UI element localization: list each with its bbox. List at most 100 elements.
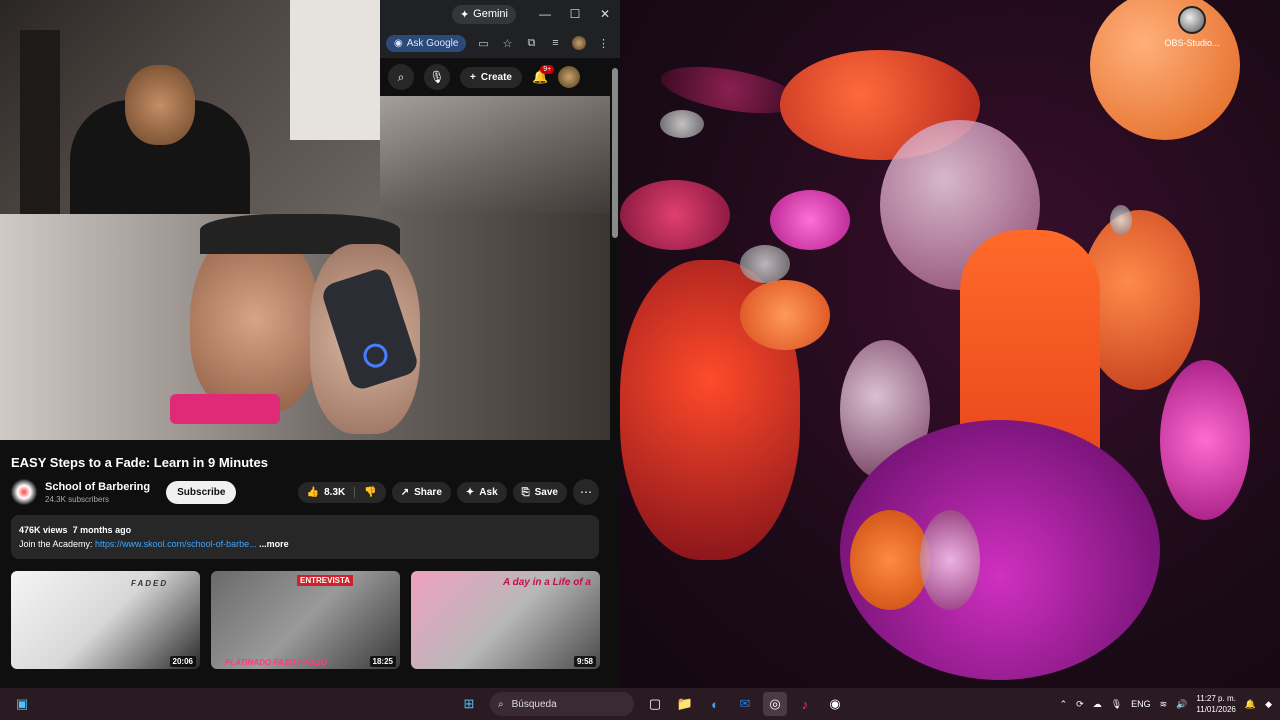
microphone-icon[interactable]: 🎙 (1111, 699, 1122, 710)
save-button[interactable]: ⎘ Save (512, 481, 567, 503)
search-placeholder: Búsqueda (511, 698, 557, 710)
tiktok-icon[interactable]: ♪ (793, 692, 817, 716)
close-button[interactable]: ✕ (590, 7, 620, 21)
like-button[interactable]: 👍 8.3K (297, 481, 355, 503)
related-caption: PLATINADO PASO A PASO (225, 658, 328, 667)
create-label: Create (480, 71, 512, 83)
search-icon[interactable]: ⌕ (388, 64, 414, 90)
related-video-3[interactable]: A day in a Life of a 9:58 (411, 571, 600, 669)
ask-label: Ask (479, 486, 498, 498)
related-caption: FADED (131, 579, 169, 588)
channel-avatar[interactable] (11, 479, 37, 505)
related-video-2[interactable]: ENTREVISTA PLATINADO PASO A PASO 18:25 (211, 571, 400, 669)
account-avatar[interactable] (558, 66, 581, 88)
thumbs-up-icon: 👍 (306, 486, 320, 498)
microphone-icon[interactable]: 🎙 (424, 64, 450, 90)
view-count: 476K views (19, 525, 68, 535)
more-actions-icon[interactable]: ⋯ (573, 479, 599, 505)
notification-bell-icon[interactable]: 🔔 (1245, 699, 1256, 710)
video-info: EASY Steps to a Fade: Learn in 9 Minutes… (0, 440, 610, 690)
webcam-overlay (0, 0, 380, 214)
tab-search-icon[interactable]: ⧉ (524, 37, 538, 50)
bookmark-star-icon[interactable]: ☆ (500, 37, 514, 50)
subscribe-button[interactable]: Subscribe (166, 480, 237, 504)
video-title: EASY Steps to a Fade: Learn in 9 Minutes (11, 455, 268, 470)
channel-row: School of Barbering 24.3K subscribers Su… (11, 479, 599, 505)
subscriber-count: 24.3K subscribers (45, 494, 110, 504)
video-meta: 476K views 7 months ago (19, 523, 591, 537)
menu-dots-icon[interactable]: ⋮ (596, 37, 610, 50)
show-more-link[interactable]: ...more (259, 539, 289, 549)
gemini-button[interactable]: ✦ Gemini (451, 4, 516, 24)
notifications-bell-icon[interactable]: 🔔 9+ (532, 65, 555, 85)
widgets-icon[interactable]: ▣ (10, 692, 34, 716)
related-video-1[interactable]: FADED 20:06 (11, 571, 200, 669)
language-indicator[interactable]: ENG (1131, 699, 1151, 709)
gemini-label: Gemini (473, 8, 508, 20)
ask-button[interactable]: ✦ Ask (456, 481, 507, 503)
standing-person (290, 0, 380, 140)
obs-taskbar-icon[interactable]: ◉ (823, 692, 847, 716)
system-tray: ⌃ ⟳ ☁ 🎙 ENG ≋ 🔊 11:27 p. m. 11/01/2026 🔔… (1060, 693, 1280, 715)
clock[interactable]: 11:27 p. m. 11/01/2026 (1196, 693, 1235, 715)
file-explorer-icon[interactable]: 📁 (673, 692, 697, 716)
lens-icon: ◉ (394, 37, 403, 49)
description-box[interactable]: 476K views 7 months ago Join the Academy… (11, 515, 599, 559)
video-duration: 18:25 (369, 656, 396, 667)
video-duration: 9:58 (573, 656, 596, 667)
like-dislike-group: 👍 8.3K 👎 (297, 481, 386, 503)
wifi-icon[interactable]: ≋ (1160, 699, 1168, 710)
create-button[interactable]: + Create (460, 66, 522, 88)
video-player-top[interactable] (380, 96, 610, 214)
chevron-up-icon[interactable]: ⌃ (1060, 699, 1068, 710)
share-icon: ↗ (400, 486, 410, 498)
share-label: Share (414, 486, 442, 498)
page-scrollbar[interactable] (610, 60, 620, 670)
channel-name[interactable]: School of Barbering (45, 481, 150, 493)
desktop-wallpaper (620, 0, 1280, 688)
person-head (125, 65, 195, 145)
browser-toolbar: ◉ Ask Google ▭ ☆ ⧉ ≡ ⋮ (380, 28, 620, 58)
desktop-icon-obs[interactable]: OBS-Studio... (1160, 6, 1224, 48)
cast-icon[interactable]: ▭ (476, 37, 490, 50)
youtube-header: ⌕ 🎙 + Create 🔔 9+ (380, 60, 620, 94)
taskbar-search[interactable]: ⌕ Búsqueda (490, 692, 634, 716)
maximize-button[interactable]: ☐ (560, 7, 590, 21)
cloud-icon[interactable]: ☁ (1093, 699, 1102, 710)
minimize-button[interactable]: — (530, 7, 560, 21)
clipper-light (360, 340, 391, 371)
outlook-icon[interactable]: ✉ (733, 692, 757, 716)
sparkle-icon: ✦ (459, 8, 470, 21)
like-count: 8.3K (324, 486, 346, 498)
dislike-button[interactable]: 👎 (355, 481, 386, 503)
clock-date: 11/01/2026 (1196, 705, 1236, 714)
obs-icon (1178, 6, 1206, 34)
copilot-icon[interactable]: ◆ (1265, 699, 1272, 710)
browser-titlebar: ✦ Gemini — ☐ ✕ (380, 0, 620, 28)
profile-avatar[interactable] (572, 36, 587, 50)
bookmark-icon: ⎘ (521, 486, 530, 498)
chrome-icon[interactable]: ◎ (763, 692, 787, 716)
media-icon[interactable]: ≡ (548, 37, 562, 49)
related-caption: A day in a Life of a (503, 577, 591, 588)
video-player[interactable] (0, 214, 610, 440)
search-icon: ⌕ (498, 698, 504, 710)
sparkle-icon: ✦ (465, 486, 475, 498)
desktop-icon-label: OBS-Studio... (1164, 38, 1220, 48)
share-button[interactable]: ↗ Share (391, 481, 451, 503)
scrollbar-thumb[interactable] (612, 68, 618, 238)
ask-google-button[interactable]: ◉ Ask Google (386, 34, 467, 52)
start-icon[interactable]: ⊞ (457, 692, 481, 716)
academy-link[interactable]: https://www.skool.com/school-of-barbe... (95, 539, 257, 549)
clock-time: 11:27 p. m. (1196, 694, 1236, 703)
edge-icon[interactable]: ◐ (703, 692, 727, 716)
related-videos: FADED 20:06 ENTREVISTA PLATINADO PASO A … (11, 571, 600, 669)
description-text: Join the Academy: https://www.skool.com/… (19, 537, 591, 551)
volume-icon[interactable]: 🔊 (1176, 699, 1187, 710)
sync-icon[interactable]: ⟳ (1076, 699, 1084, 710)
thumbs-down-icon: 👎 (364, 486, 377, 498)
doorway (20, 30, 60, 214)
barber-chair (170, 394, 280, 424)
ask-google-label: Ask Google (406, 37, 459, 49)
task-view-icon[interactable]: ▢ (643, 692, 667, 716)
